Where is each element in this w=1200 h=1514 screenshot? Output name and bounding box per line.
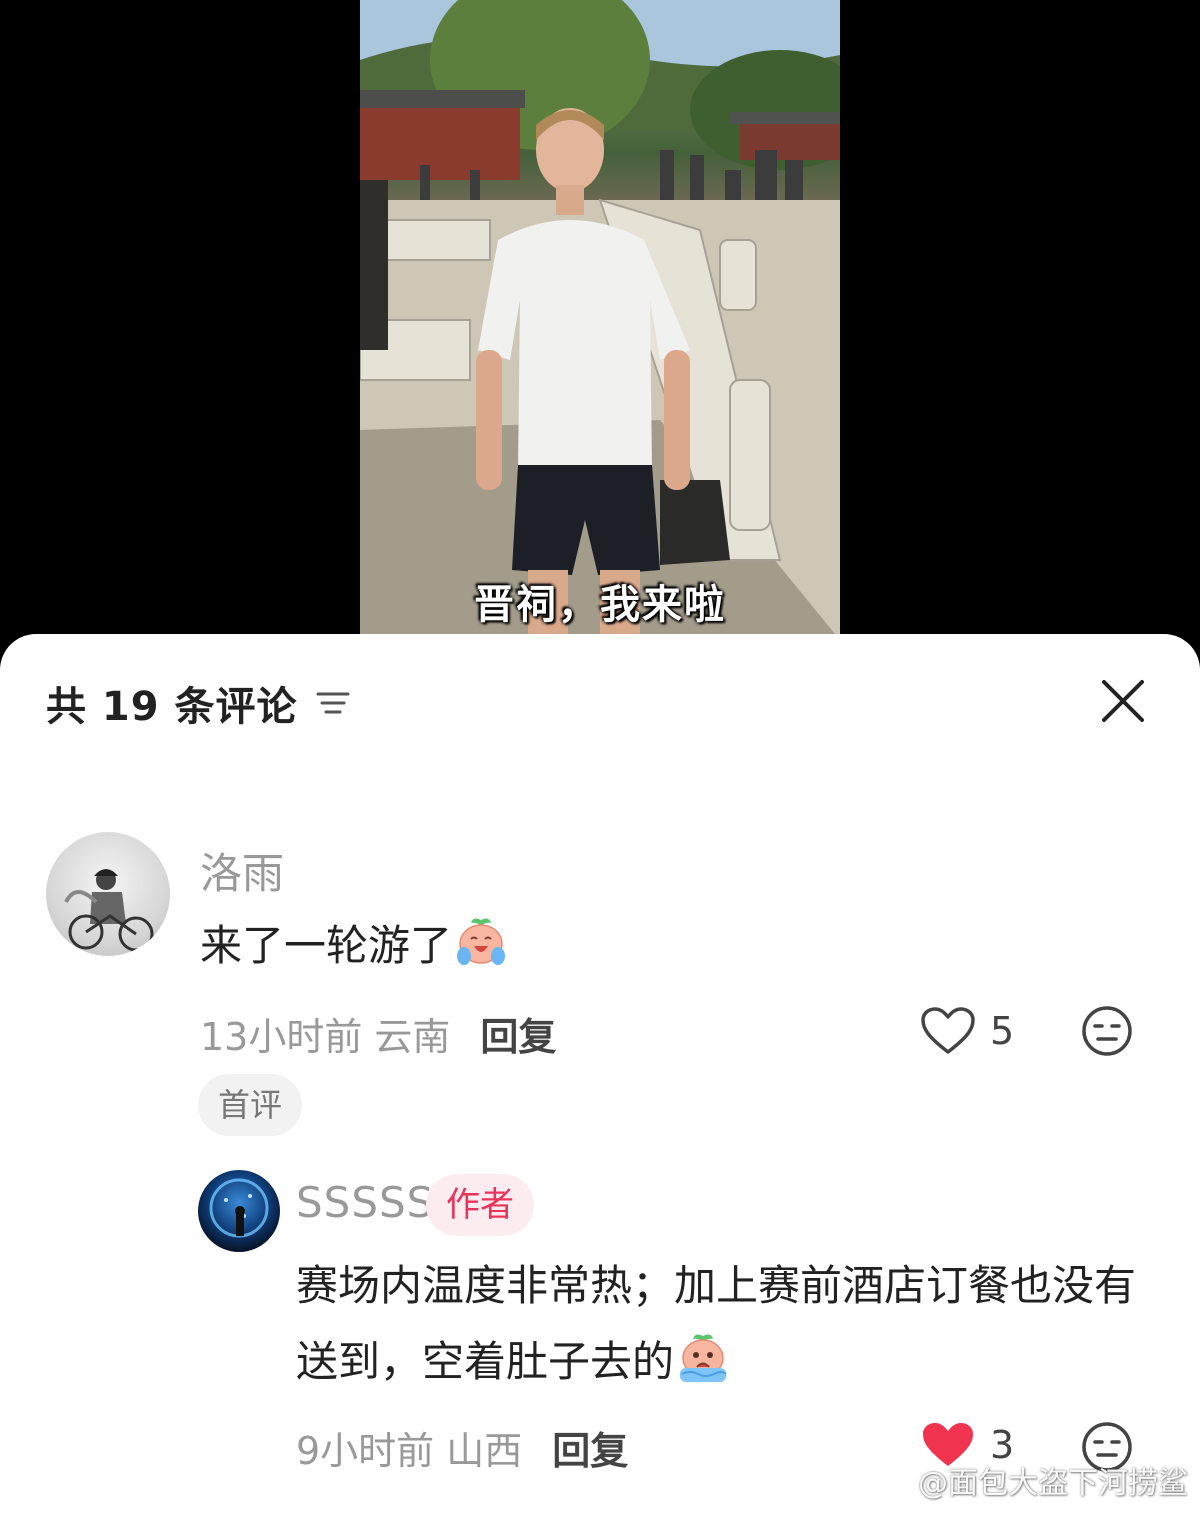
- avatar[interactable]: [198, 1170, 280, 1252]
- comment-meta: 9小时前 山西 回复: [296, 1420, 628, 1475]
- weibo-logo-icon: [869, 1467, 910, 1497]
- comment-region: 山西: [446, 1429, 523, 1473]
- watermark: @面包大盗下河捞鲨: [868, 1458, 1188, 1502]
- comments-sheet: 共 19 条评论 洛雨 来了一轮游了 13小时前 云南 回复 5 首评 SSSS…: [0, 634, 1200, 1514]
- dislike-face-icon[interactable]: [1080, 1004, 1134, 1058]
- crying-face-emoji: [680, 1334, 727, 1382]
- video-scene-image: [360, 0, 840, 640]
- comment-username[interactable]: 洛雨: [200, 840, 284, 901]
- comment-time: 9小时前: [296, 1429, 435, 1473]
- video-frame[interactable]: 晋祠，我来啦: [360, 0, 840, 640]
- crying-laughing-face-emoji: [457, 918, 506, 965]
- comment-username[interactable]: SSSSS: [296, 1178, 434, 1227]
- sort-icon[interactable]: [316, 689, 350, 717]
- avatar[interactable]: [46, 832, 170, 956]
- comment-count-title: 共 19 条评论: [46, 684, 298, 730]
- comment-meta: 13小时前 云南 回复: [200, 1006, 556, 1061]
- comment-body: 来了一轮游了: [200, 921, 453, 970]
- first-comment-tag: 首评: [198, 1074, 303, 1136]
- comment-region: 云南: [374, 1015, 451, 1059]
- watermark-text: @面包大盗下河捞鲨: [918, 1466, 1188, 1501]
- close-icon[interactable]: [1100, 678, 1146, 724]
- reply-button[interactable]: 回复: [480, 1015, 556, 1059]
- reply-button[interactable]: 回复: [552, 1429, 628, 1473]
- video-player[interactable]: 晋祠，我来啦: [0, 0, 1200, 660]
- heart-outline-icon[interactable]: [920, 1006, 976, 1056]
- like-button[interactable]: 5: [920, 1006, 1014, 1056]
- like-count: 5: [990, 1009, 1015, 1053]
- author-badge: 作者: [426, 1174, 534, 1236]
- comments-header: 共 19 条评论: [46, 674, 350, 732]
- comment-time: 13小时前: [200, 1015, 363, 1059]
- comment-text: 赛场内温度非常热；加上赛前酒店订餐也没有送到，空着肚子去的: [296, 1248, 1136, 1400]
- comment-text: 来了一轮游了: [200, 908, 508, 984]
- video-subtitle: 晋祠，我来啦: [474, 582, 726, 628]
